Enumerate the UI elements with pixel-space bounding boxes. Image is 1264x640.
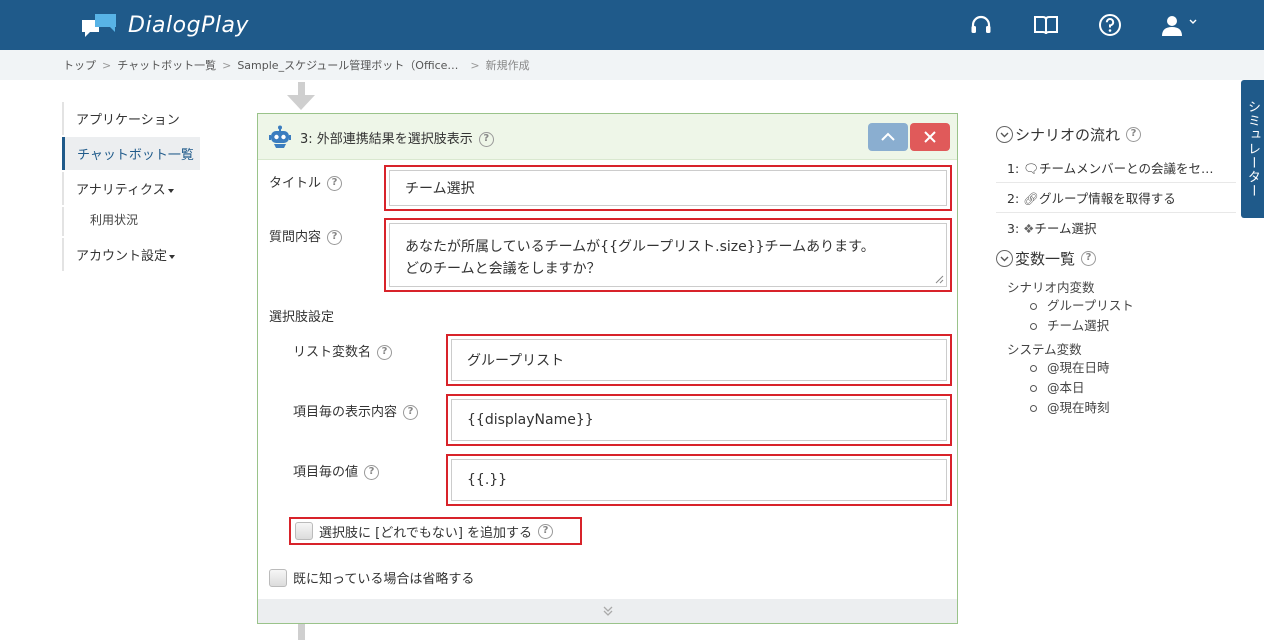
help-icon[interactable] (1097, 12, 1123, 38)
scenario-flow-heading[interactable]: シナリオの流れ? (996, 124, 1236, 145)
chevron-down-icon (996, 250, 1013, 267)
help-icon[interactable]: ? (1081, 251, 1097, 266)
sidebar-item-usage[interactable]: 利用状況 (62, 207, 200, 236)
help-icon[interactable]: ? (377, 345, 393, 360)
caret-down-icon (169, 254, 176, 259)
variables-list: シナリオ内変数 グループリスト チーム選択 システム変数 @現在日時 @本日 @… (996, 277, 1236, 418)
sidebar-item-label: アナリティクス (76, 183, 166, 198)
scenario-flow-list: 1: 🗨︎チームメンバーとの会議をセ… 2: 🔗︎グループ情報を取得する 3: … (996, 153, 1236, 242)
double-chevron-down-icon (603, 606, 612, 616)
help-icon[interactable]: ? (538, 523, 554, 539)
user-icon (1162, 16, 1182, 36)
caret-down-icon (167, 188, 174, 193)
display-content-input[interactable]: {{displayName}} (451, 399, 947, 441)
display-content-label: 項目毎の表示内容? (293, 401, 419, 420)
skip-if-known-label: 既に知っている場合は省略する (293, 572, 475, 587)
list-variable-label: リスト変数名? (293, 341, 393, 360)
resize-handle-icon[interactable] (935, 275, 944, 284)
breadcrumb-bot[interactable]: Sample_スケジュール管理ボット（Office… (237, 57, 458, 73)
title-label: タイトル? (269, 172, 343, 191)
question-line-1: あなたが所属しているチームが{{グループリスト.size}}チームあります。 (405, 239, 875, 255)
close-icon (924, 131, 936, 143)
book-icon[interactable] (1033, 12, 1059, 38)
sidebar: アプリケーション チャットボット一覧 アナリティクス 利用状況 アカウント設定 (62, 102, 200, 273)
chevron-up-icon (881, 132, 895, 141)
breadcrumb-separator: > (102, 58, 112, 72)
question-label: 質問内容? (269, 226, 343, 245)
help-icon[interactable]: ? (1126, 127, 1142, 142)
variable-item[interactable]: チーム選択 (996, 316, 1236, 336)
app-logo[interactable]: DialogPlay (82, 10, 249, 40)
chevron-down-icon (1189, 19, 1197, 24)
flow-item[interactable]: 1: 🗨︎チームメンバーとの会議をセ… (996, 153, 1236, 183)
card-title: 3: 外部連携結果を選択肢表示? (300, 128, 494, 147)
breadcrumb-chatbot-list[interactable]: チャットボット一覧 (117, 57, 216, 73)
breadcrumb-separator: > (222, 58, 232, 72)
highlight-box: 選択肢に [どれでもない] を追加する ? (289, 517, 582, 545)
variables-heading[interactable]: 変数一覧? (996, 248, 1236, 269)
highlight-box: チーム選択 (384, 165, 952, 211)
chevron-down-icon (996, 126, 1013, 143)
highlight-box: グループリスト (446, 334, 952, 386)
expand-card-button[interactable] (258, 599, 957, 623)
simulator-tab[interactable]: シミュレーター (1241, 80, 1264, 218)
sidebar-item-chatbot-list[interactable]: チャットボット一覧 (62, 137, 200, 170)
app-name: DialogPlay (128, 12, 249, 38)
scenario-vars-label: シナリオ内変数 (1007, 280, 1095, 295)
delete-step-button[interactable] (910, 123, 950, 151)
help-icon[interactable]: ? (327, 176, 343, 191)
system-vars-label: システム変数 (1007, 342, 1082, 357)
title-input[interactable]: チーム選択 (389, 170, 947, 206)
right-panel: シナリオの流れ? 1: 🗨︎チームメンバーとの会議をセ… 2: 🔗︎グループ情報… (996, 124, 1236, 418)
speech-bubble-icon: 🗨︎ (1023, 161, 1040, 176)
help-icon[interactable]: ? (364, 465, 380, 480)
question-line-2: どのチームと会議をしますか？ (405, 261, 601, 277)
top-header: DialogPlay (0, 0, 1264, 50)
highlight-box: あなたが所属しているチームが{{グループリスト.size}}チームあります。 ど… (384, 218, 952, 292)
headset-icon[interactable] (968, 12, 994, 38)
add-none-label: 選択肢に [どれでもない] を追加する (319, 525, 533, 541)
highlight-box: {{displayName}} (446, 394, 952, 446)
skip-if-known-checkbox[interactable] (269, 568, 287, 587)
chat-bubbles-icon (82, 14, 116, 37)
question-textarea[interactable]: あなたが所属しているチームが{{グループリスト.size}}チームあります。 ど… (389, 223, 947, 287)
flow-connector (298, 624, 305, 640)
sidebar-item-label: アカウント設定 (76, 249, 168, 264)
flow-item[interactable]: 2: 🔗︎グループ情報を取得する (996, 183, 1236, 213)
variable-item[interactable]: @本日 (996, 378, 1236, 398)
variable-item[interactable]: グループリスト (996, 296, 1236, 316)
help-icon[interactable]: ? (327, 230, 343, 245)
help-icon[interactable]: ? (403, 405, 419, 420)
help-icon[interactable]: ? (478, 132, 494, 147)
sidebar-item-analytics[interactable]: アナリティクス (62, 172, 200, 205)
sidebar-item-applications[interactable]: アプリケーション (62, 102, 200, 135)
breadcrumb-top[interactable]: トップ (63, 57, 96, 73)
breadcrumb-separator: > (470, 58, 480, 72)
choice-settings-label: 選択肢設定 (269, 310, 335, 325)
collapse-up-button[interactable] (868, 123, 908, 151)
sidebar-item-account-settings[interactable]: アカウント設定 (62, 238, 200, 271)
flow-item[interactable]: 3: ❖チーム選択 (996, 213, 1236, 242)
user-menu[interactable] (1160, 12, 1210, 38)
flow-arrow-icon (287, 82, 315, 110)
variable-item[interactable]: @現在時刻 (996, 398, 1236, 418)
highlight-box: {{.}} (446, 454, 952, 506)
item-value-input[interactable]: {{.}} (451, 459, 947, 501)
breadcrumb-current: 新規作成 (485, 59, 530, 72)
breadcrumb: トップ > チャットボット一覧 > Sample_スケジュール管理ボット（Off… (0, 50, 1264, 80)
list-variable-input[interactable]: グループリスト (451, 339, 947, 381)
choice-icon: ❖ (1023, 221, 1035, 236)
add-none-checkbox[interactable] (295, 522, 313, 540)
robot-icon (269, 125, 291, 148)
card-header: 3: 外部連携結果を選択肢表示? (258, 114, 957, 160)
variable-item[interactable]: @現在日時 (996, 358, 1236, 378)
item-value-label: 項目毎の値? (293, 461, 380, 480)
link-icon: 🔗︎ (1023, 191, 1040, 206)
skip-option: 既に知っている場合は省略する (269, 568, 474, 587)
scenario-step-card: 3: 外部連携結果を選択肢表示? タイトル? チーム選択 質問内容? あなたが所… (257, 113, 958, 624)
